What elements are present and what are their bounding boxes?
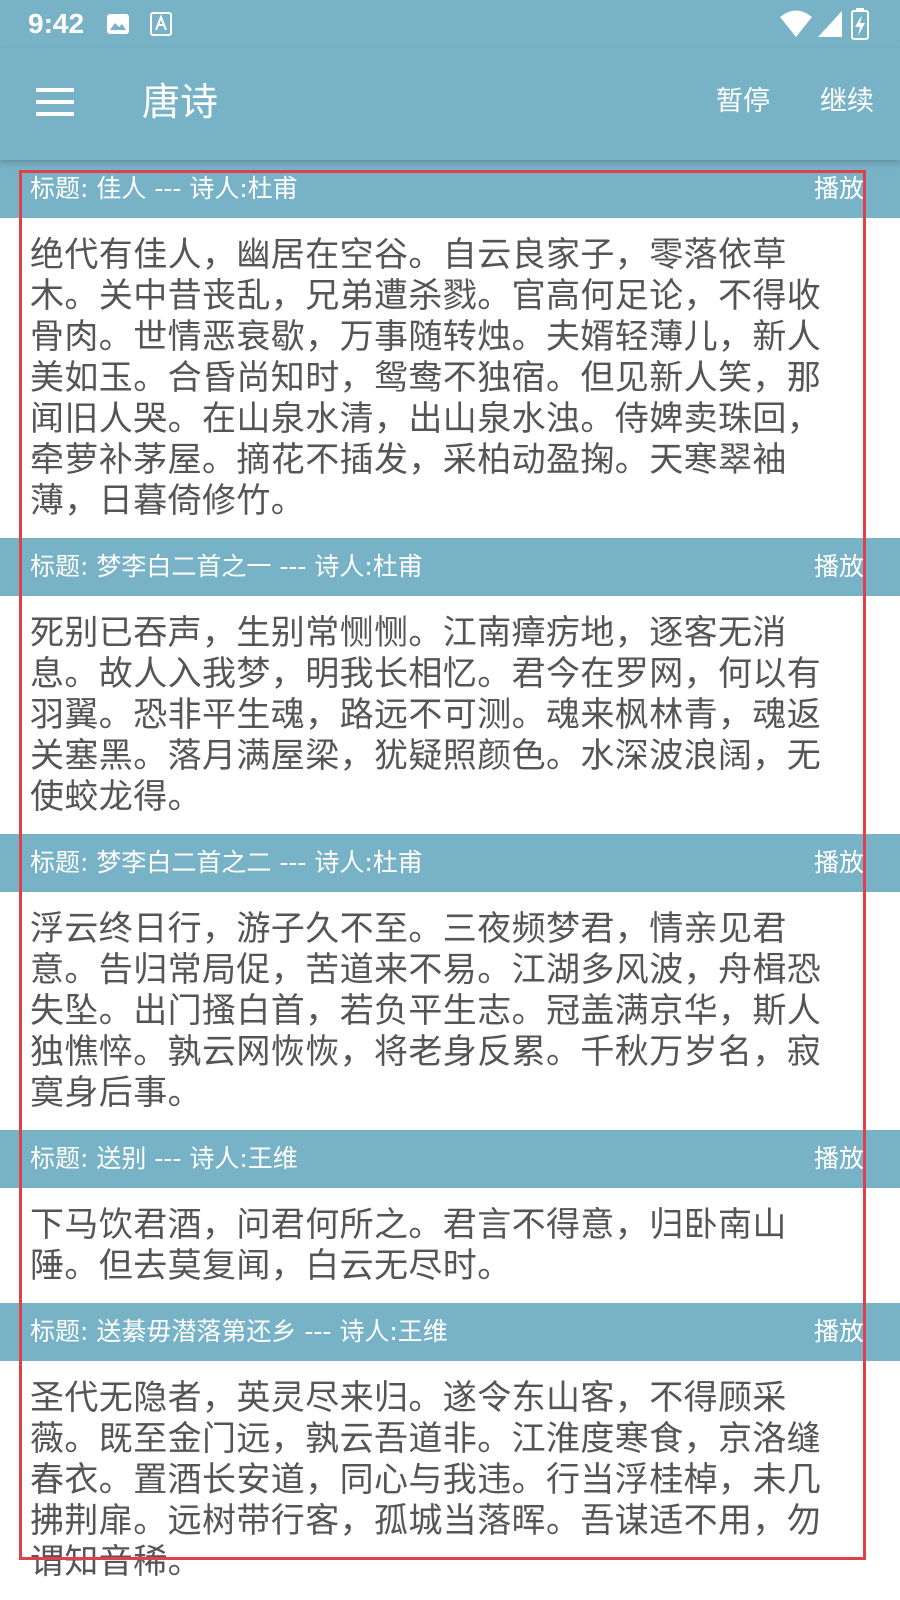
wifi-icon: [780, 10, 812, 37]
poem-text: 圣代无隐者，英灵尽来归。遂令东山客，不得顾采薇。既至金门远，孰云吾道非。江淮度寒…: [30, 1378, 822, 1582]
list-item: 标题: 送綦毋潜落第还乡 --- 诗人:王维 播放 圣代无隐者，英灵尽来归。遂令…: [0, 1303, 900, 1599]
poem-header: 标题: 送别 --- 诗人:王维 播放: [0, 1130, 900, 1188]
play-button[interactable]: 播放: [814, 160, 864, 218]
poem-header: 标题: 梦李白二首之一 --- 诗人:杜甫 播放: [0, 538, 900, 596]
font-download-icon: [150, 12, 172, 36]
poem-title-line: 标题: 送别 --- 诗人:王维: [30, 1144, 298, 1173]
status-bar: 9:42: [0, 0, 900, 48]
signal-icon: [818, 11, 842, 37]
play-button[interactable]: 播放: [814, 834, 864, 892]
status-time: 9:42: [28, 8, 85, 39]
play-button[interactable]: 播放: [814, 538, 864, 596]
app-bar: 唐诗 暂停 继续: [0, 48, 900, 160]
battery-icon: [851, 8, 869, 40]
app-title: 唐诗: [142, 80, 219, 124]
resume-button[interactable]: 继续: [820, 82, 874, 122]
poem-title-line: 标题: 送綦毋潜落第还乡 --- 诗人:王维: [30, 1317, 448, 1346]
poem-title-line: 标题: 梦李白二首之一 --- 诗人:杜甫: [30, 552, 423, 581]
list-item: 标题: 佳人 --- 诗人:杜甫 播放 绝代有佳人，幽居在空谷。自云良家子，零落…: [0, 160, 900, 538]
poem-text: 绝代有佳人，幽居在空谷。自云良家子，零落依草木。关中昔丧乱，兄弟遭杀戮。官高何足…: [30, 235, 822, 521]
list-item: 标题: 送别 --- 诗人:王维 播放 下马饮君酒，问君何所之。君言不得意，归卧…: [0, 1130, 900, 1303]
play-button[interactable]: 播放: [814, 1130, 864, 1188]
poem-text: 浮云终日行，游子久不至。三夜频梦君，情亲见君意。告归常局促，苦道来不易。江湖多风…: [30, 909, 822, 1113]
poem-text: 下马饮君酒，问君何所之。君言不得意，归卧南山陲。但去莫复闻，白云无尽时。: [30, 1205, 787, 1286]
status-system-icons: [780, 8, 869, 40]
poem-title-line: 标题: 佳人 --- 诗人:杜甫: [30, 174, 298, 203]
play-button[interactable]: 播放: [814, 1303, 864, 1361]
app-screen: 9:42 唐诗 暂停 继续 标题: 佳人 --- 诗人:杜甫 播放 绝代有佳人，…: [0, 0, 900, 1600]
poem-list[interactable]: 标题: 佳人 --- 诗人:杜甫 播放 绝代有佳人，幽居在空谷。自云良家子，零落…: [0, 160, 900, 1599]
poem-title-line: 标题: 梦李白二首之二 --- 诗人:杜甫: [30, 848, 423, 877]
poem-header: 标题: 送綦毋潜落第还乡 --- 诗人:王维 播放: [0, 1303, 900, 1361]
list-item: 标题: 梦李白二首之一 --- 诗人:杜甫 播放 死别已吞声，生别常恻恻。江南瘴…: [0, 538, 900, 834]
menu-icon[interactable]: [36, 84, 76, 124]
list-item: 标题: 梦李白二首之二 --- 诗人:杜甫 播放 浮云终日行，游子久不至。三夜频…: [0, 834, 900, 1130]
pause-button[interactable]: 暂停: [716, 82, 770, 122]
image-icon: [107, 14, 129, 34]
poem-text: 死别已吞声，生别常恻恻。江南瘴疠地，逐客无消息。故人入我梦，明我长相忆。君今在罗…: [30, 613, 822, 817]
poem-header: 标题: 佳人 --- 诗人:杜甫 播放: [0, 160, 900, 218]
poem-header: 标题: 梦李白二首之二 --- 诗人:杜甫 播放: [0, 834, 900, 892]
